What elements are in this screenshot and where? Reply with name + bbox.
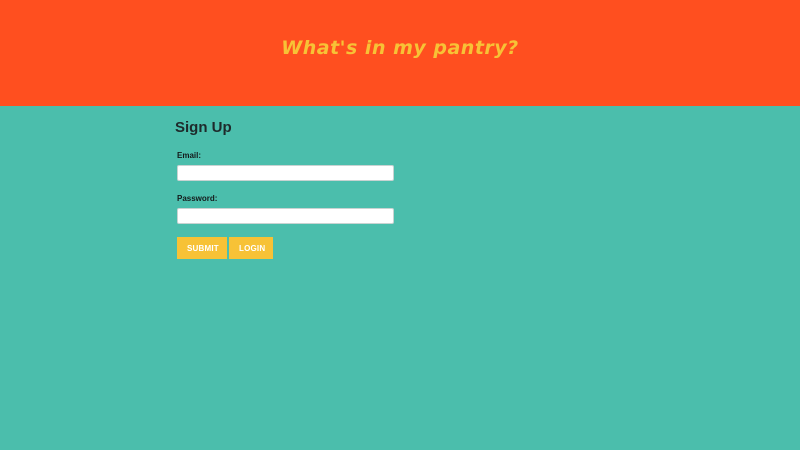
submit-button[interactable]: SUBMIT [177,237,227,259]
app-title: What's in my pantry? [281,37,519,59]
form-buttons: SUBMIT LOGIN [177,237,405,259]
email-label: Email: [177,151,202,160]
signup-form: Sign Up Email: Password: SUBMIT LOGIN [175,119,405,259]
login-button[interactable]: LOGIN [229,237,273,259]
page-header: What's in my pantry? [0,0,800,106]
password-field[interactable] [177,208,394,224]
email-field[interactable] [177,165,394,181]
form-heading: Sign Up [175,119,232,136]
password-label: Password: [177,194,218,203]
